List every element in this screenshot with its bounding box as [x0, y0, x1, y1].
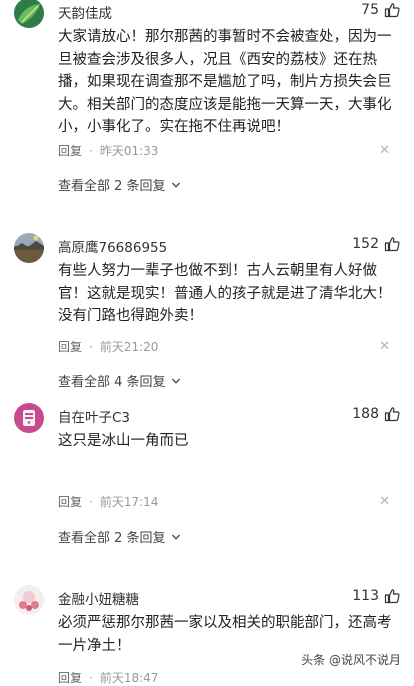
view-replies-label: 查看全部 2 条回复	[58, 179, 166, 194]
separator-dot: ·	[89, 143, 93, 158]
username[interactable]: 自在叶子C3	[58, 406, 130, 426]
reply-button[interactable]: 回复	[58, 669, 82, 686]
like-count: 113	[352, 588, 379, 604]
view-replies-button[interactable]: 查看全部 4 条回复	[58, 371, 181, 390]
view-replies-label: 查看全部 2 条回复	[58, 531, 166, 546]
thumbs-up-icon	[384, 3, 400, 18]
comment-item: 天韵佳成 75 大家请放心！那尔那茜的事暂时不会被查处，因为一旦被查会涉及很多人…	[0, 0, 414, 200]
reply-button[interactable]: 回复	[58, 338, 82, 355]
comment-meta: 回复 · 昨天01:33	[58, 142, 158, 159]
like-count: 152	[352, 236, 379, 252]
like-count: 188	[352, 406, 379, 422]
comment-meta: 回复 · 前天21:20	[58, 338, 158, 355]
view-replies-button[interactable]: 查看全部 2 条回复	[58, 175, 181, 194]
timestamp: 前天21:20	[99, 340, 159, 354]
chevron-down-icon	[171, 378, 180, 384]
timestamp: 前天18:47	[99, 671, 159, 685]
timestamp: 前天17:14	[99, 495, 159, 509]
thumbs-up-icon	[384, 407, 400, 422]
like-button[interactable]: 113	[352, 588, 400, 604]
thumbs-up-icon	[384, 237, 400, 252]
separator-dot: ·	[89, 670, 93, 685]
close-icon[interactable]: ✕	[379, 340, 390, 353]
chevron-down-icon	[171, 182, 180, 188]
avatar[interactable]	[14, 403, 44, 433]
like-button[interactable]: 152	[352, 236, 400, 252]
like-button[interactable]: 188	[352, 406, 400, 422]
comment-item: 高原鹰76686955 152 有些人努力一辈子也做不到！古人云朝里有人好做官！…	[0, 233, 414, 393]
avatar[interactable]	[14, 0, 44, 28]
username[interactable]: 天韵佳成	[58, 2, 112, 22]
reply-button[interactable]: 回复	[58, 142, 82, 159]
timestamp: 昨天01:33	[99, 144, 159, 158]
username[interactable]: 高原鹰76686955	[58, 236, 167, 256]
comment-item: 自在叶子C3 188 这只是冰山一角而已 回复 · 前天17:14 ✕ 查看全部…	[0, 403, 414, 553]
separator-dot: ·	[89, 339, 93, 354]
avatar[interactable]	[14, 233, 44, 263]
comment-text: 这只是冰山一角而已	[58, 433, 189, 449]
close-icon[interactable]: ✕	[379, 144, 390, 157]
thumbs-up-icon	[384, 589, 400, 604]
reply-button[interactable]: 回复	[58, 493, 82, 510]
username[interactable]: 金融小妞糖糖	[58, 588, 139, 608]
comment-meta: 回复 · 前天18:47	[58, 669, 158, 686]
watermark: 头条 @说风不说月	[298, 650, 404, 669]
view-replies-button[interactable]: 查看全部 2 条回复	[58, 527, 181, 546]
comment-meta: 回复 · 前天17:14	[58, 493, 158, 510]
close-icon[interactable]: ✕	[379, 495, 390, 508]
chevron-down-icon	[171, 534, 180, 540]
view-replies-label: 查看全部 4 条回复	[58, 375, 166, 390]
comment-text: 大家请放心！那尔那茜的事暂时不会被查处，因为一旦被查会涉及很多人，况且《西安的荔…	[58, 29, 392, 135]
separator-dot: ·	[89, 494, 93, 509]
comment-text: 有些人努力一辈子也做不到！古人云朝里有人好做官！这就是现实！普通人的孩子就是进了…	[58, 263, 392, 324]
avatar[interactable]	[14, 585, 44, 615]
like-count: 75	[361, 2, 379, 18]
like-button[interactable]: 75	[361, 2, 400, 18]
